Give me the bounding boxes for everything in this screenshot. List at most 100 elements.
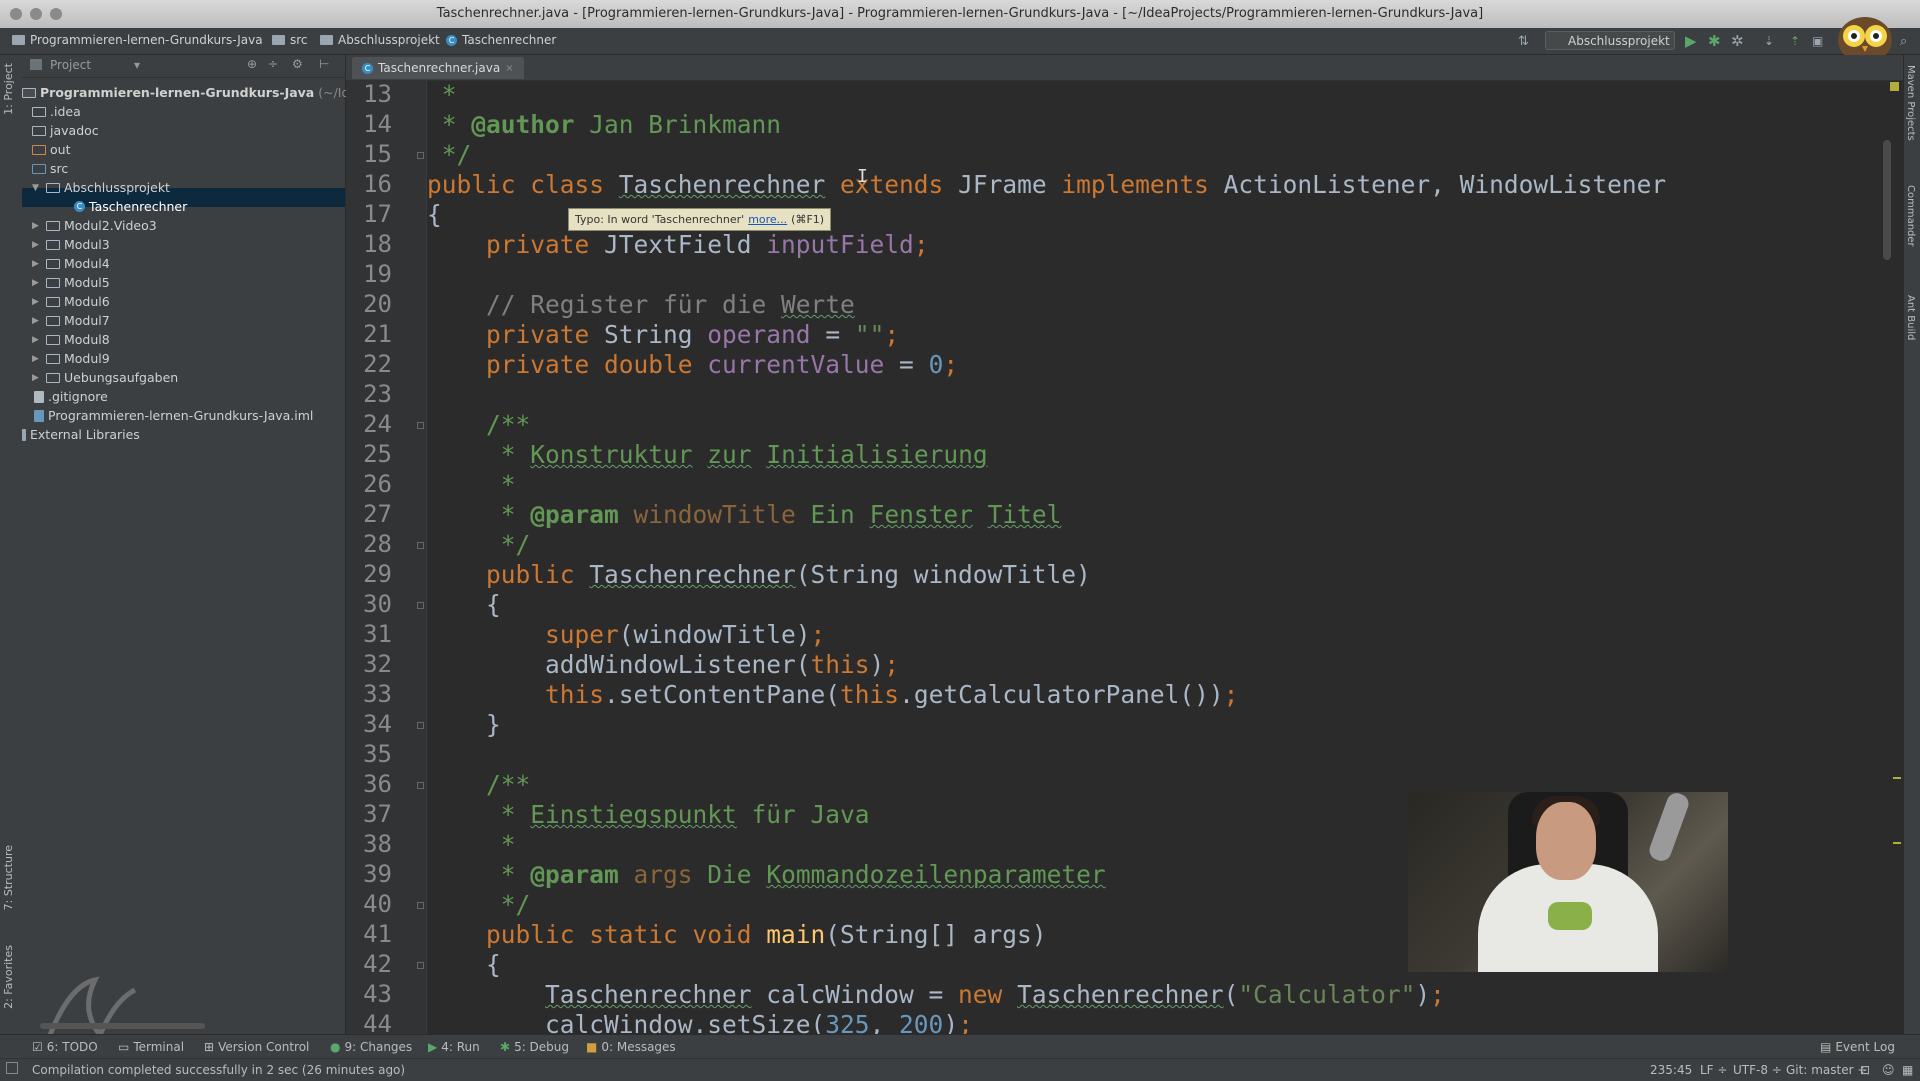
- line-separator-select[interactable]: LF ÷: [1700, 1063, 1727, 1077]
- tree-item-modul9[interactable]: ▶ Modul9: [32, 349, 110, 368]
- hector-icon[interactable]: ☺: [1882, 1063, 1895, 1077]
- fold-toggle-icon[interactable]: [417, 902, 424, 909]
- warning-marker[interactable]: [1893, 777, 1901, 779]
- gear-icon[interactable]: ⚙: [292, 57, 303, 71]
- structure-tool-tab[interactable]: 7: Structure: [2, 845, 15, 910]
- tree-root[interactable]: Programmieren-lernen-Grundkurs-Java (~/I…: [22, 83, 377, 102]
- breadcrumb-package[interactable]: Abschlussprojekt: [320, 33, 440, 47]
- memory-icon[interactable]: ▦: [1902, 1063, 1913, 1077]
- fold-toggle-icon[interactable]: [417, 962, 424, 969]
- tree-item-modul3[interactable]: ▶ Modul3: [32, 235, 110, 254]
- tree-item-label: Modul4: [64, 256, 110, 271]
- tree-item-modul8[interactable]: ▶ Modul8: [32, 330, 110, 349]
- line-number: 35: [363, 740, 392, 768]
- coverage-icon[interactable]: ✲: [1731, 34, 1744, 49]
- chevron-right-icon[interactable]: ▶: [32, 335, 42, 345]
- collapse-all-icon[interactable]: ÷: [268, 57, 278, 71]
- maven-projects-tool-tab[interactable]: Maven Projects: [1905, 65, 1916, 141]
- version-control-tool-button[interactable]: ⊞ Version Control: [204, 1040, 309, 1054]
- inspection-status-icon[interactable]: [1890, 82, 1899, 91]
- tree-item-gitignore[interactable]: .gitignore: [34, 387, 108, 406]
- breadcrumb-class[interactable]: C Taschenrechner: [446, 33, 556, 47]
- fold-toggle-icon[interactable]: [417, 542, 424, 549]
- event-log-tool-button[interactable]: ▤ Event Log: [1820, 1040, 1895, 1054]
- tree-item-uebungsaufgaben[interactable]: ▶ Uebungsaufgaben: [32, 368, 178, 387]
- chevron-right-icon[interactable]: ▶: [32, 221, 42, 231]
- tree-item-modul5[interactable]: ▶ Modul5: [32, 273, 110, 292]
- chevron-right-icon[interactable]: ▶: [32, 316, 42, 326]
- fold-toggle-icon[interactable]: [417, 152, 424, 159]
- tree-item-modul2-video3[interactable]: ▶ Modul2.Video3: [32, 216, 157, 235]
- tree-item-modul7[interactable]: ▶ Modul7: [32, 311, 110, 330]
- package-icon: [46, 353, 60, 364]
- tree-item-external-libraries[interactable]: External Libraries: [22, 425, 140, 444]
- messages-tool-button[interactable]: ■ 0: Messages: [586, 1040, 676, 1054]
- fold-toggle-icon[interactable]: [417, 422, 424, 429]
- encoding-select[interactable]: UTF-8 ÷: [1733, 1063, 1782, 1077]
- chevron-right-icon[interactable]: ▶: [32, 240, 42, 250]
- tree-item-label: Modul7: [64, 313, 110, 328]
- vcs-update-icon[interactable]: ⇣: [1764, 34, 1774, 49]
- run-configuration-select[interactable]: Abschlussprojekt ▾: [1545, 31, 1675, 67]
- line-number: 21: [363, 320, 392, 348]
- commander-tool-tab[interactable]: Commander: [1905, 185, 1916, 247]
- terminal-tool-button[interactable]: ▭ Terminal: [118, 1040, 184, 1054]
- fold-toggle-icon[interactable]: [417, 602, 424, 609]
- line-number: 38: [363, 830, 392, 858]
- chevron-right-icon[interactable]: ▶: [32, 297, 42, 307]
- vcs-commit-icon[interactable]: ⇡: [1790, 34, 1800, 49]
- todo-tool-button[interactable]: ☑ 6: TODO: [32, 1040, 98, 1054]
- horizontal-scrollbar[interactable]: [40, 1023, 205, 1029]
- search-everywhere-icon[interactable]: ⌕: [1900, 34, 1907, 49]
- tree-item-out[interactable]: out: [32, 140, 70, 159]
- tab-taschenrechner-java[interactable]: C Taschenrechner.java ×: [352, 57, 524, 79]
- changes-tool-button[interactable]: ● 9: Changes: [330, 1040, 412, 1054]
- chevron-down-icon[interactable]: ▼: [32, 183, 42, 193]
- hide-panel-icon[interactable]: ⊢: [319, 57, 329, 71]
- build-project-icon[interactable]: ⇅: [1518, 34, 1529, 49]
- chevron-right-icon[interactable]: ▶: [32, 278, 42, 288]
- debug-tool-button[interactable]: ✱ 5: Debug: [500, 1040, 569, 1054]
- scroll-from-source-icon[interactable]: ⊕: [247, 57, 257, 71]
- line-number: 20: [363, 290, 392, 318]
- tree-item-javadoc[interactable]: javadoc: [32, 121, 99, 140]
- tree-item-abschlussprojekt[interactable]: ▼ Abschlussprojekt: [32, 178, 170, 197]
- tree-item-iml[interactable]: Programmieren-lernen-Grundkurs-Java.iml: [34, 406, 313, 425]
- project-tool-tab[interactable]: 1: Project: [2, 63, 15, 115]
- fold-toggle-icon[interactable]: [417, 722, 424, 729]
- tree-item-label: Modul2.Video3: [64, 218, 157, 233]
- close-icon[interactable]: ×: [505, 63, 513, 74]
- tooltip-more-link[interactable]: more...: [748, 213, 787, 226]
- git-branch-select[interactable]: Git: master ÷: [1786, 1063, 1867, 1077]
- settings-icon[interactable]: ▣: [1812, 34, 1823, 49]
- line-number: 28: [363, 530, 392, 558]
- cursor-position[interactable]: 235:45: [1650, 1063, 1692, 1077]
- tree-item-idea[interactable]: .idea: [32, 102, 81, 121]
- tree-item-taschenrechner[interactable]: C Taschenrechner: [74, 197, 187, 216]
- warning-marker[interactable]: [1893, 842, 1901, 844]
- tree-item-modul6[interactable]: ▶ Modul6: [32, 292, 110, 311]
- chevron-right-icon[interactable]: ▶: [32, 259, 42, 269]
- lock-icon[interactable]: ⊡: [1860, 1063, 1870, 1077]
- favorites-tool-tab[interactable]: 2: Favorites: [2, 945, 15, 1009]
- debug-icon[interactable]: ✱: [1708, 34, 1721, 49]
- ant-build-tool-tab[interactable]: Ant Build: [1905, 295, 1916, 340]
- line-number: 19: [363, 260, 392, 288]
- tree-item-modul4[interactable]: ▶ Modul4: [32, 254, 110, 273]
- tree-item-src[interactable]: src: [32, 159, 68, 178]
- breadcrumb-src[interactable]: src: [272, 33, 308, 47]
- fold-toggle-icon[interactable]: [417, 782, 424, 789]
- breadcrumb-project[interactable]: Programmieren-lernen-Grundkurs-Java: [12, 33, 263, 47]
- tool-windows-toggle-icon[interactable]: [6, 1062, 18, 1074]
- terminal-icon: ▭: [118, 1040, 130, 1054]
- run-tool-button[interactable]: ▶ 4: Run: [428, 1040, 480, 1054]
- run-icon[interactable]: ▶: [1685, 34, 1697, 49]
- status-message: Compilation completed successfully in 2 …: [32, 1063, 406, 1077]
- chevron-down-icon[interactable]: ▾: [134, 58, 140, 72]
- editor-vertical-scrollbar[interactable]: [1883, 140, 1891, 260]
- project-view-select[interactable]: Project: [50, 58, 91, 72]
- tree-item-label: External Libraries: [30, 427, 140, 442]
- chevron-right-icon[interactable]: ▶: [32, 373, 42, 383]
- chevron-right-icon[interactable]: ▶: [32, 354, 42, 364]
- line-number: 30: [363, 590, 392, 618]
